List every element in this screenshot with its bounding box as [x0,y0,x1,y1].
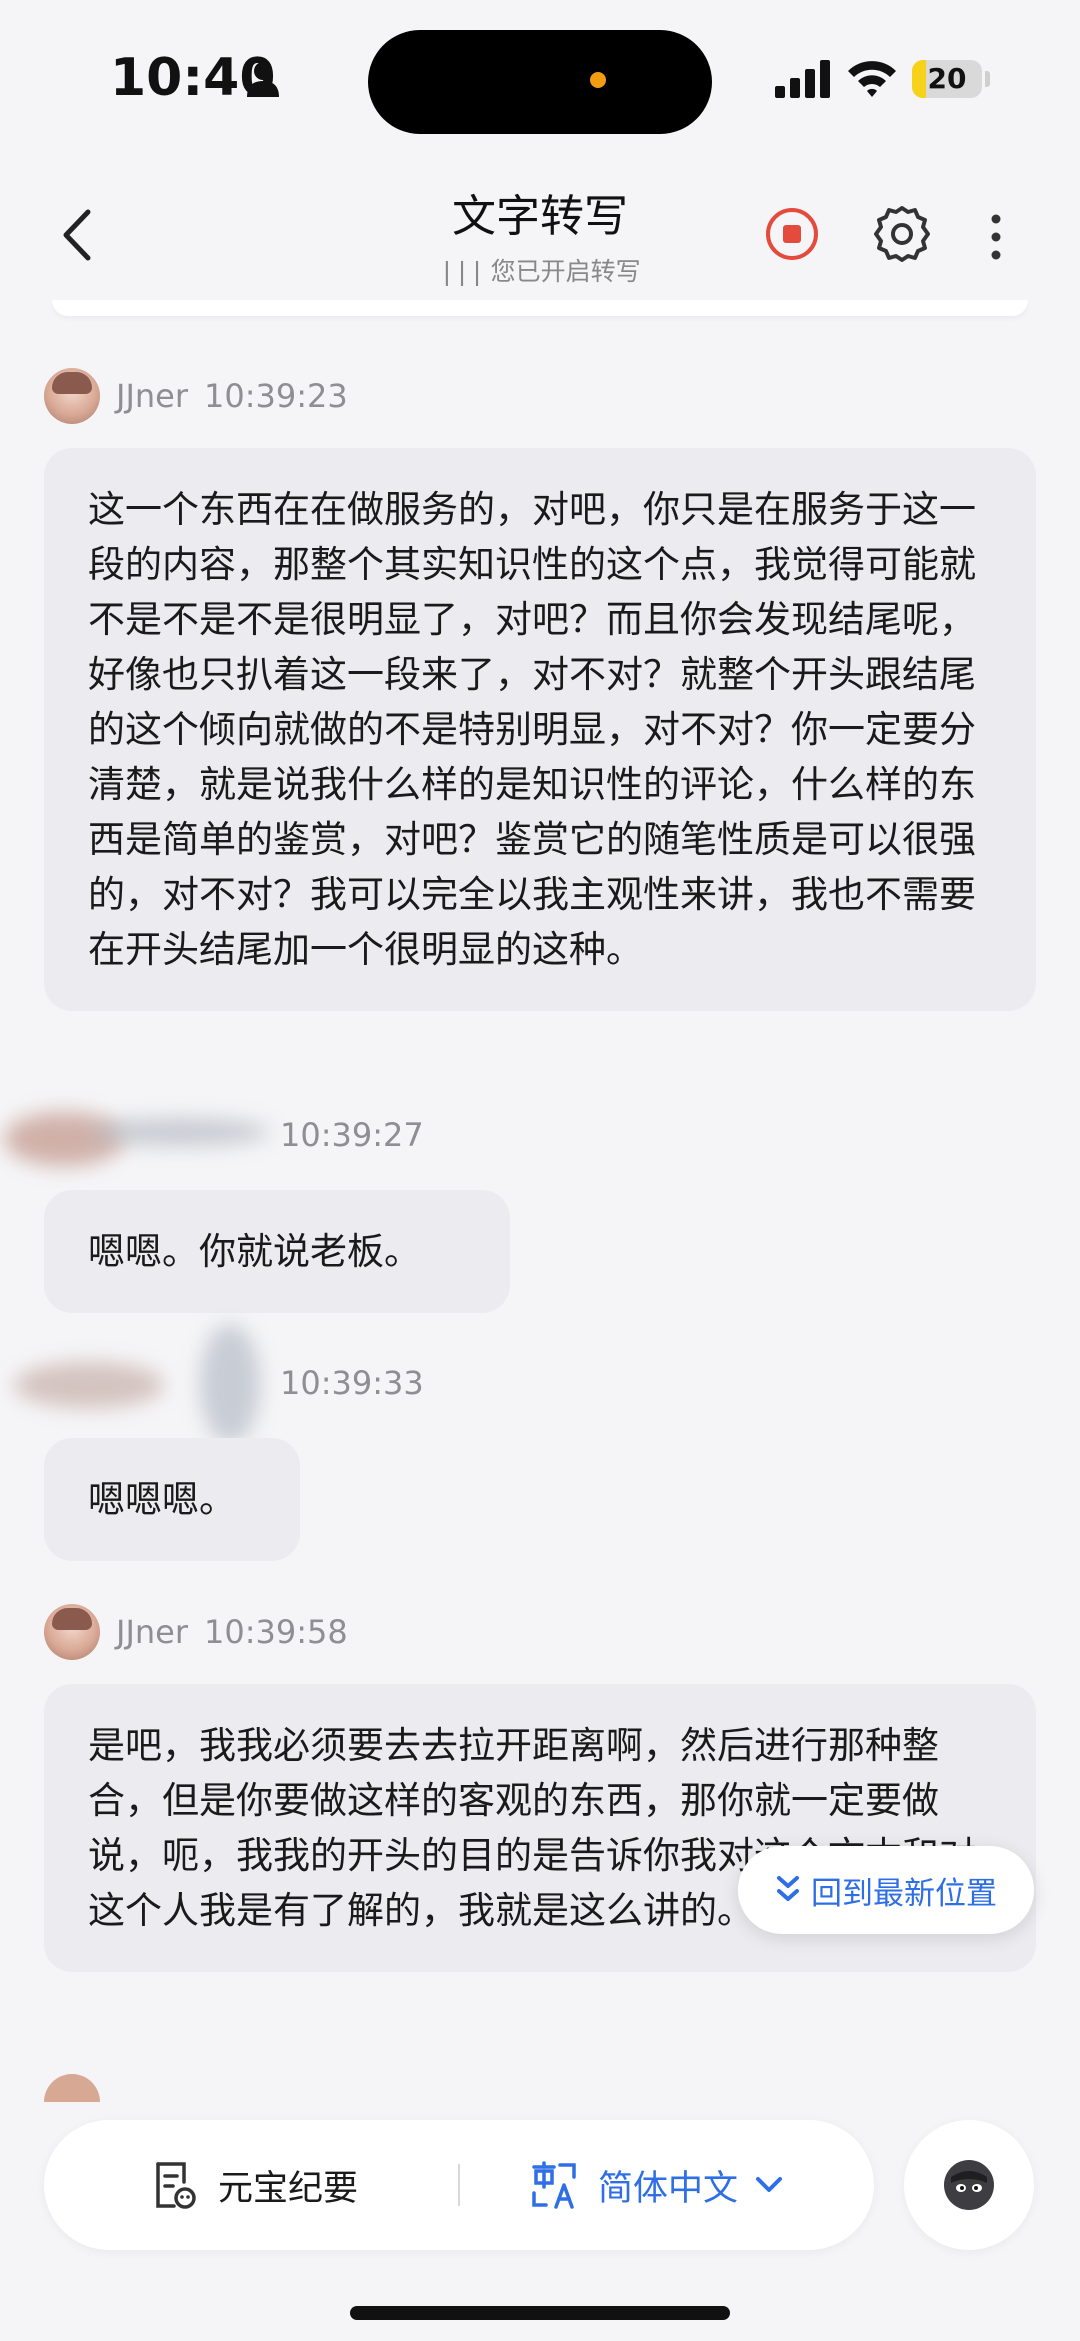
transcription-status-text: 您已开启转写 [490,257,641,286]
yuanbao-assistant-icon [944,2160,994,2210]
record-stop-icon[interactable] [766,208,818,260]
transcript-bubble[interactable]: 嗯嗯嗯。 [44,1438,300,1561]
language-selector[interactable]: 简体中文 [530,2120,784,2250]
summary-label: 元宝纪要 [218,2168,359,2209]
bottom-toolbar: 元宝纪要 简体中文 [44,2120,874,2250]
message-meta: JJner 10:39:58 [44,1602,348,1662]
header-divider [52,300,1028,316]
double-chevron-down-icon [777,1876,799,1901]
message-timestamp: 10:39:27 [280,1116,424,1154]
blurred-avatar [14,1362,164,1408]
message-timestamp: 10:39:33 [280,1364,424,1402]
avatar[interactable] [44,1604,100,1660]
jump-to-latest-label: 回到最新位置 [811,1875,997,1912]
message-timestamp: 10:39:23 [204,377,348,415]
summary-doc-icon [156,2162,196,2209]
toolbar-divider [458,2164,460,2206]
dynamic-island [368,30,712,134]
battery-icon: 20 [912,60,982,98]
speaker-name: JJner [116,1613,188,1651]
speaker-name: JJner [116,377,188,415]
jump-to-latest-button[interactable]: 回到最新位置 [738,1846,1034,1934]
transcription-status: ||| 您已开启转写 [340,252,740,288]
camera-indicator-dot [590,72,606,88]
message-timestamp: 10:39:58 [204,1613,348,1651]
ai-assistant-button[interactable] [904,2120,1034,2250]
message-meta: 10:39:33 [0,1324,440,1444]
status-bar: 10:40 20 [0,0,1080,160]
transcript-bubble[interactable]: 这一个东西在在做服务的，对吧，你只是在服务于这一段的内容，那整个其实知识性的这个… [44,448,1036,1011]
blurred-speaker-name [90,1118,270,1146]
message-meta: JJner 10:39:23 [44,366,348,426]
page-title: 文字转写 [452,191,628,242]
avatar[interactable] [44,368,100,424]
home-indicator [350,2306,730,2320]
summary-button[interactable]: 元宝纪要 [152,2120,358,2250]
transcript-bubble[interactable]: 嗯嗯。你就说老板。 [44,1190,510,1313]
app-header: 文字转写 ||| 您已开启转写 [0,160,1080,310]
chevron-down-icon [756,2177,783,2192]
avatar [44,2074,100,2102]
gear-icon[interactable] [872,204,932,264]
signal-icon [775,60,830,98]
battery-level: 20 [927,62,967,95]
waveform-icon: ||| [439,257,485,286]
battery-cap [985,71,990,87]
wifi-icon [848,61,896,97]
person-icon [247,62,279,97]
language-label: 简体中文 [598,2168,739,2209]
blurred-speaker-name [200,1324,260,1444]
back-icon[interactable] [50,200,110,270]
more-icon[interactable] [986,212,1006,262]
message-meta: 10:39:27 [0,1106,424,1166]
translate-icon [532,2161,576,2209]
